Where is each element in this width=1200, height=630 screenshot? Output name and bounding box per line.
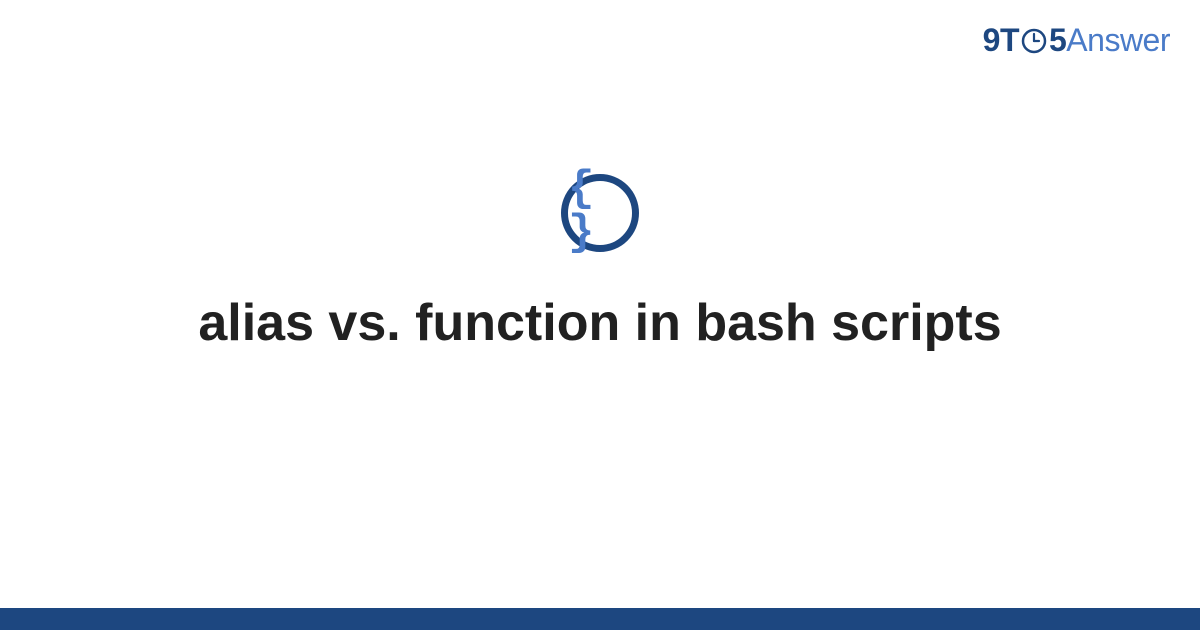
page-title: alias vs. function in bash scripts: [158, 292, 1041, 354]
footer-accent-bar: [0, 608, 1200, 630]
code-braces-icon: { }: [568, 167, 632, 255]
main-content: { } alias vs. function in bash scripts: [0, 0, 1200, 608]
topic-icon-circle: { }: [561, 174, 639, 252]
